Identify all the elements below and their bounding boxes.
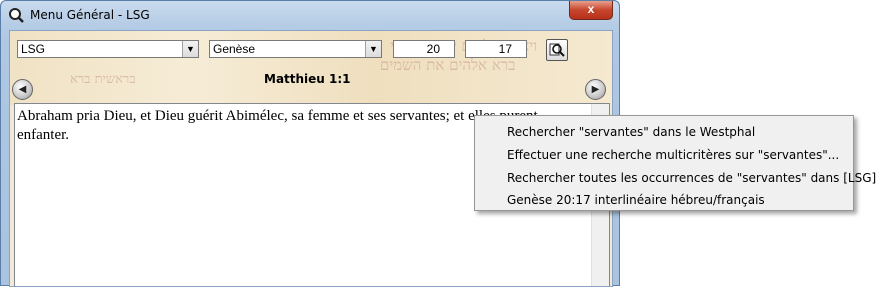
context-menu: Rechercher "servantes" dans le Westphal … [474,115,876,211]
arrow-left-icon: ◀ [18,84,27,95]
verse-input[interactable]: 17 [465,40,527,58]
magnifier-icon [9,8,24,23]
version-select[interactable]: LSG ▼ [17,40,199,58]
chevron-down-icon[interactable]: ▼ [182,41,198,57]
chapter-input[interactable]: 20 [393,40,455,58]
close-button[interactable]: x [569,1,613,20]
next-button[interactable]: ▶ [585,79,606,100]
arrow-right-icon: ▶ [591,84,600,95]
window-title: Menu Général - LSG [30,8,150,22]
magnifier-search-icon [549,43,565,57]
menu-item-interlinear[interactable]: Genèse 20:17 interlinéaire hébreu/frança… [507,193,765,207]
reference-label: Matthieu 1:1 [264,72,351,86]
chevron-down-icon[interactable]: ▼ [365,41,381,57]
menu-item-search-occurrences[interactable]: Rechercher toutes les occurrences de "se… [507,171,876,185]
book-select[interactable]: Genèse ▼ [209,40,382,58]
hebrew-decoration: ברא אלהים את השמים [380,56,516,74]
previous-button[interactable]: ◀ [12,79,33,100]
search-button[interactable] [546,39,568,61]
menu-item-search-westphal[interactable]: Rechercher "servantes" dans le Westphal [507,125,755,139]
title-bar[interactable]: Menu Général - LSG x [1,1,621,29]
menu-item-multicriteria-search[interactable]: Effectuer une recherche multicritères su… [507,148,839,162]
version-select-value: LSG [21,42,46,56]
book-select-value: Genèse [213,42,256,56]
hebrew-decoration: בראשית ברא [70,72,136,87]
